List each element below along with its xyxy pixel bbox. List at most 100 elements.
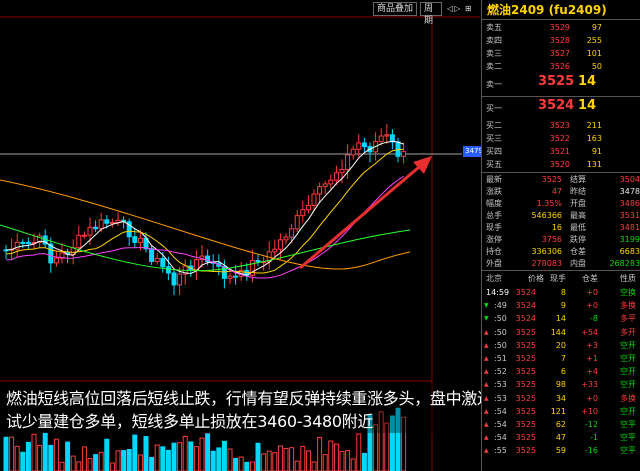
volume-bar — [311, 461, 317, 471]
stat-label-2: 跌停 — [570, 235, 586, 244]
volume-bar — [37, 444, 43, 471]
stat-value: 1.35% — [536, 199, 562, 208]
tick-time: :49 — [494, 301, 507, 311]
volume-bar — [283, 447, 289, 471]
volume-bar — [126, 448, 132, 471]
candle-body — [305, 204, 311, 211]
tick-row: :54 ▲ 3525 121 +10 空开 — [482, 405, 640, 418]
stat-value: 278083 — [531, 259, 562, 268]
volume-bar — [322, 454, 328, 471]
stat-label-2: 结算 — [570, 175, 586, 184]
volume-bar — [31, 433, 37, 471]
volume-bar — [328, 440, 334, 471]
ask-label: 卖二 — [486, 62, 502, 71]
volume-bar — [81, 446, 87, 471]
tick-direction-icon: ▲ — [484, 368, 489, 376]
volume-bar — [249, 461, 255, 471]
chart-nav-icons[interactable]: ◁▷ ⊞ — [447, 2, 477, 16]
tick-price: 3525 — [515, 354, 536, 363]
volume-bar — [104, 438, 110, 471]
add-commodity-overlay-button[interactable]: 商品叠加 — [373, 2, 417, 16]
tick-nature: 空开 — [620, 354, 636, 363]
volume-bar — [188, 441, 194, 471]
volume-bar — [115, 450, 121, 471]
tick-oi-change: +0 — [586, 301, 598, 311]
volume-bar — [193, 446, 199, 471]
stat-value: 3525 — [541, 175, 562, 184]
tick-row: :53 ▲ 3525 34 +0 多换 — [482, 392, 640, 405]
stat-value-2: 3199 — [619, 235, 640, 244]
stat-label: 涨跌 — [486, 187, 502, 196]
tick-volume: 62 — [555, 420, 566, 429]
tick-nature: 空平 — [620, 433, 636, 443]
candle-body — [333, 172, 339, 181]
volume-bar — [171, 442, 177, 471]
volume-bar — [238, 456, 244, 471]
stat-value: 16 — [551, 223, 562, 232]
tick-volume: 8 — [560, 288, 566, 297]
candle-body — [227, 275, 233, 279]
stat-row: 涨跌 47 昨结 3478 — [482, 186, 640, 197]
tick-row: :53 ▲ 3525 98 +33 空开 — [482, 378, 640, 391]
candle-body — [81, 234, 87, 237]
stat-label-2: 内盘 — [570, 259, 586, 268]
bid-volume: 163 — [586, 134, 602, 143]
tick-row: :52 ▲ 3525 6 +4 空开 — [482, 365, 640, 378]
stat-value: 336306 — [531, 247, 562, 256]
bid-label: 买四 — [486, 147, 502, 156]
tick-row: :50 ▲ 3525 144 +54 多开 — [482, 326, 640, 339]
volume-bar — [177, 442, 183, 471]
ask-volume: 50 — [591, 62, 602, 71]
stat-value: 546366 — [531, 211, 562, 220]
tick-oi-change: -16 — [584, 446, 598, 456]
volume-bar — [149, 456, 155, 471]
tick-volume: 47 — [555, 433, 566, 443]
commentary-line-2: 试少量建仓多单，短线多单止损放在3460-3480附近 — [6, 412, 374, 431]
tick-time: :52 — [494, 367, 507, 377]
tick-nature: 空开 — [620, 380, 636, 390]
volume-bar — [216, 447, 222, 471]
volume-bar — [244, 461, 250, 471]
quote-panel: 燃油2409 (fu2409) 卖五 3529 97 卖四 3528 255 卖三 3527 1… — [481, 0, 640, 471]
stat-label-2: 最高 — [570, 211, 586, 220]
tick-direction-icon: ▲ — [484, 355, 489, 362]
candle-body — [98, 219, 104, 230]
tick-volume: 7 — [560, 354, 566, 363]
candle-body — [154, 257, 160, 262]
tick-nature: 空平 — [620, 446, 636, 456]
candle-body — [356, 142, 362, 150]
candle-body — [339, 168, 345, 174]
candle-body — [317, 186, 323, 195]
ask-price: 3526 — [549, 62, 570, 71]
tick-volume: 98 — [555, 380, 566, 390]
period-button[interactable]: 周期 — [420, 2, 442, 26]
stat-row: 外盘 278083 内盘 268283 — [482, 258, 640, 269]
bid1-price: 3524 — [538, 98, 575, 113]
volume-bar — [65, 441, 71, 471]
stat-label: 总手 — [486, 211, 502, 220]
candle-body — [401, 151, 407, 157]
tick-oi-change: +3 — [586, 340, 598, 350]
tick-volume: 6 — [560, 367, 566, 377]
tick-price: 3525 — [515, 406, 536, 416]
bid-volume: 91 — [591, 147, 602, 156]
tick-row: :50 ▼ 3524 14 -8 多平 — [482, 312, 640, 325]
candle-body — [87, 226, 93, 236]
volume-bar — [87, 458, 93, 471]
stat-value-2: 3478 — [619, 187, 640, 196]
volume-bar — [333, 443, 339, 471]
volume-bar — [48, 444, 54, 471]
ask-row: 卖五 3529 97 — [482, 22, 640, 33]
kline-chart-area[interactable]: 商品叠加 周期 ◁▷ ⊞ 3479 燃油短线高位回落后短线止跌，行情有望反弹持续… — [0, 0, 524, 471]
stat-value: 47 — [551, 187, 562, 196]
ask-volume: 97 — [591, 23, 602, 32]
trend-arrow-line — [299, 160, 426, 270]
volume-bar — [3, 436, 9, 471]
tick-direction-icon: ▲ — [484, 421, 489, 428]
volume-bar — [345, 450, 351, 471]
tick-oi-change: +10 — [581, 406, 598, 416]
stat-row: 持仓 336306 仓差 6683 — [482, 246, 640, 257]
bid1-volume: 14 — [578, 98, 597, 113]
tick-oi-change: +0 — [586, 288, 598, 297]
volume-bar — [182, 435, 188, 471]
